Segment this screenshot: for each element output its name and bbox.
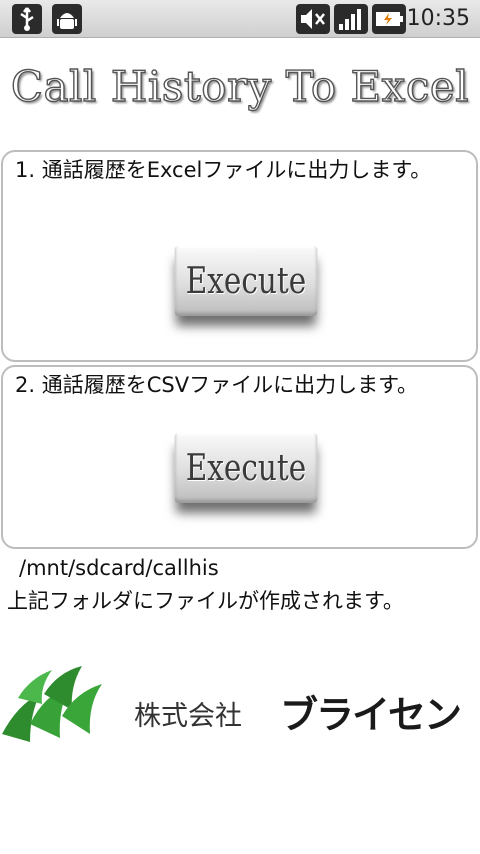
app-title: Call History To Excel (10, 61, 470, 111)
signal-icon (334, 4, 368, 34)
sail-logo-icon (2, 666, 102, 742)
execute-excel-button[interactable]: Execute (174, 246, 318, 316)
mute-icon (296, 4, 330, 34)
company-logo: 株式会社 ブライセン (0, 664, 480, 746)
company-name: ブライセン (280, 693, 462, 737)
excel-export-description: 1. 通話履歴をExcelファイルに出力します。 (15, 158, 432, 182)
status-time: 10:35 (406, 6, 470, 31)
usb-icon (12, 4, 42, 34)
battery-charging-icon (372, 4, 406, 34)
csv-export-card: 2. 通話履歴をCSVファイルに出力します。 Execute (1, 365, 478, 549)
execute-csv-button[interactable]: Execute (174, 433, 318, 503)
output-note: 上記フォルダにファイルが作成されます。 (7, 589, 404, 613)
csv-export-description: 2. 通話履歴をCSVファイルに出力します。 (15, 373, 418, 397)
status-bar: 10:35 (0, 0, 480, 38)
excel-export-card: 1. 通話履歴をExcelファイルに出力します。 Execute (1, 150, 478, 362)
output-path: /mnt/sdcard/callhis (19, 556, 219, 580)
company-prefix: 株式会社 (134, 701, 242, 732)
android-debug-icon (52, 4, 82, 34)
